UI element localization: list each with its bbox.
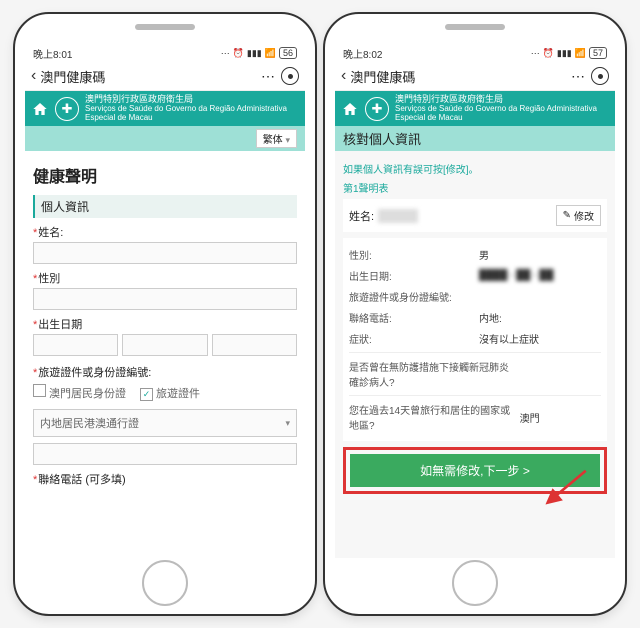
row-travel-k: 您在過去14天曾旅行和居住的國家或地區? (349, 402, 512, 432)
dob-year-input[interactable] (33, 334, 118, 356)
signal-icon: ▮▮▮ (247, 48, 262, 59)
menu-dots-icon[interactable]: ⋯ (571, 68, 585, 85)
nav-bar: ‹ 澳門健康碼 ⋯ (25, 62, 305, 91)
alarm-icon: ⏰ (233, 48, 244, 59)
banner-pt: Serviços de Saúde do Governo da Região A… (85, 105, 299, 123)
next-highlight-box: 如無需修改,下一步 > (343, 447, 607, 494)
battery-icon: 57 (589, 47, 607, 59)
pencil-icon: ✎ (563, 210, 571, 221)
more-icon: ⋯ (221, 48, 230, 59)
hint-declaration-num: 第1聲明表 (343, 180, 607, 195)
home-icon[interactable] (31, 101, 49, 117)
cb-travel-doc[interactable]: ✓旅遊證件 (140, 385, 200, 401)
next-button[interactable]: 如無需修改,下一步 > (350, 454, 600, 487)
nav-bar: ‹ 澳門健康碼 ⋯ (335, 62, 615, 91)
target-icon[interactable] (591, 67, 609, 85)
row-symptom-v: 沒有以上症狀 (471, 331, 601, 346)
section-title: 核對個人資訊 (335, 126, 615, 151)
name-input[interactable] (33, 242, 297, 264)
screen-right: 晚上8:02 ⋯ ⏰ ▮▮▮ 📶 57 ‹ 澳門健康碼 ⋯ ✚ 澳門特別行政區政… (335, 44, 615, 558)
doc-selector-label: 内地居民港澳通行證 (40, 415, 139, 431)
status-bar: 晚上8:01 ⋯ ⏰ ▮▮▮ 📶 56 (25, 44, 305, 62)
more-icon: ⋯ (531, 48, 540, 59)
label-name: *姓名: (33, 224, 297, 240)
section-personal: 個人資訊 (33, 195, 297, 218)
signal-icon: ▮▮▮ (557, 48, 572, 59)
status-bar: 晚上8:02 ⋯ ⏰ ▮▮▮ 📶 57 (335, 44, 615, 62)
status-icons: ⋯ ⏰ ▮▮▮ 📶 56 (221, 47, 297, 59)
back-icon[interactable]: ‹ (31, 67, 36, 85)
hint-correction: 如果個人資訊有誤可按[修改]。 (343, 161, 607, 176)
header-banner: ✚ 澳門特別行政區政府衛生局 Serviços de Saúde do Gove… (25, 91, 305, 126)
row-phone-v: 内地: (471, 310, 601, 325)
shield-icon: ✚ (365, 97, 389, 121)
header-banner: ✚ 澳門特別行政區政府衛生局 Serviços de Saúde do Gove… (335, 91, 615, 126)
status-time: 晚上8:01 (33, 46, 72, 61)
label-id-doc: *旅遊證件或身份證編號: (33, 364, 297, 380)
content-right: 如果個人資訊有誤可按[修改]。 第1聲明表 姓名: ✎ 修改 性別:男 出生日期… (335, 151, 615, 558)
wifi-icon: 📶 (575, 48, 586, 59)
edit-button[interactable]: ✎ 修改 (556, 205, 601, 226)
battery-icon: 56 (279, 47, 297, 59)
phone-left: 晚上8:01 ⋯ ⏰ ▮▮▮ 📶 56 ‹ 澳門健康碼 ⋯ ✚ 澳門特別行政區政… (13, 12, 317, 616)
banner-text: 澳門特別行政區政府衛生局 Serviços de Saúde do Govern… (85, 95, 299, 122)
content-left: 健康聲明 個人資訊 *姓名: *性別 *出生日期 *旅遊證件或身份證編號: 澳門… (25, 151, 305, 558)
row-dob-v: ████ - ██ - ██ (471, 270, 601, 281)
dob-month-input[interactable] (122, 334, 207, 356)
row-iddoc-k: 旅遊證件或身份證編號: (349, 289, 471, 304)
label-dob: *出生日期 (33, 316, 297, 332)
row-dob-k: 出生日期: (349, 268, 471, 283)
row-gender-k: 性別: (349, 247, 471, 262)
screen-left: 晚上8:01 ⋯ ⏰ ▮▮▮ 📶 56 ‹ 澳門健康碼 ⋯ ✚ 澳門特別行政區政… (25, 44, 305, 558)
dob-day-input[interactable] (212, 334, 297, 356)
home-button[interactable] (142, 560, 188, 606)
status-icons: ⋯ ⏰ ▮▮▮ 📶 57 (531, 47, 607, 59)
shield-icon: ✚ (55, 97, 79, 121)
name-row: 姓名: ✎ 修改 (343, 199, 607, 232)
doc-selector[interactable]: 内地居民港澳通行證 ▾ (33, 409, 297, 437)
nav-title: 澳門健康碼 (350, 67, 571, 86)
edit-button-label: 修改 (574, 208, 594, 223)
name-label: 姓名: (349, 208, 374, 224)
alarm-icon: ⏰ (543, 48, 554, 59)
label-gender: *性別 (33, 270, 297, 286)
home-icon[interactable] (341, 101, 359, 117)
lang-label: 繁体 (263, 135, 283, 146)
chevron-down-icon: ▾ (285, 135, 290, 145)
lang-bar: 繁体 ▾ (25, 126, 305, 151)
row-contact-k: 是否曾在無防護措施下接觸新冠肺炎確診病人? (349, 359, 512, 389)
chevron-down-icon: ▾ (285, 418, 290, 429)
menu-dots-icon[interactable]: ⋯ (261, 68, 275, 85)
back-icon[interactable]: ‹ (341, 67, 346, 85)
page-title: 健康聲明 (33, 163, 297, 187)
name-value-blurred (378, 209, 418, 223)
row-gender-v: 男 (471, 247, 601, 262)
cb-macau-id[interactable]: 澳門居民身份證 (33, 384, 126, 401)
row-symptom-k: 症狀: (349, 331, 471, 346)
doc-number-input[interactable] (33, 443, 297, 465)
banner-pt: Serviços de Saúde do Governo da Região A… (395, 105, 609, 123)
target-icon[interactable] (281, 67, 299, 85)
lang-select[interactable]: 繁体 ▾ (256, 129, 297, 148)
info-card: 性別:男 出生日期:████ - ██ - ██ 旅遊證件或身份證編號: 聯絡電… (343, 238, 607, 441)
row-travel-v: 澳門 (512, 410, 601, 425)
dob-row (33, 334, 297, 358)
nav-title: 澳門健康碼 (40, 67, 261, 86)
phone-right: 晚上8:02 ⋯ ⏰ ▮▮▮ 📶 57 ‹ 澳門健康碼 ⋯ ✚ 澳門特別行政區政… (323, 12, 627, 616)
gender-input[interactable] (33, 288, 297, 310)
label-phone: *聯絡電話 (可多填) (33, 471, 297, 487)
home-button[interactable] (452, 560, 498, 606)
banner-text: 澳門特別行政區政府衛生局 Serviços de Saúde do Govern… (395, 95, 609, 122)
wifi-icon: 📶 (265, 48, 276, 59)
row-phone-k: 聯絡電話: (349, 310, 471, 325)
doc-type-row: 澳門居民身份證 ✓旅遊證件 (33, 384, 297, 401)
status-time: 晚上8:02 (343, 46, 382, 61)
